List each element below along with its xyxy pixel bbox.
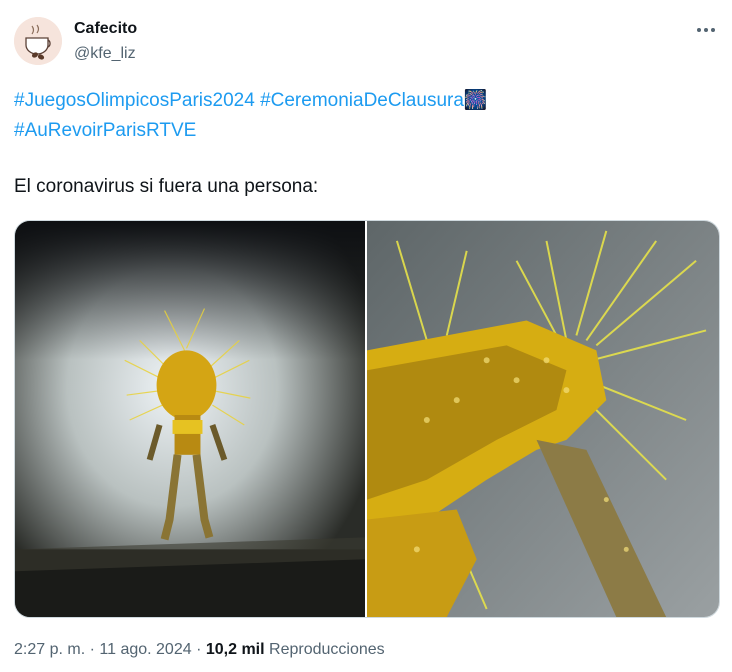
hashtag-link[interactable]: #CeremoniaDeClausura	[260, 90, 464, 111]
meta-separator: ·	[89, 641, 95, 658]
fireworks-emoji-icon: 🎆	[463, 90, 488, 111]
hashtags: #JuegosOlimpicosParis2024 #CeremoniaDeCl…	[14, 86, 488, 146]
meta-separator: ·	[196, 641, 202, 658]
more-options-icon[interactable]	[694, 18, 718, 42]
avatar[interactable]	[14, 17, 62, 65]
author-handle[interactable]: @kfe_liz	[74, 45, 136, 63]
tweet-date[interactable]: 11 ago. 2024	[99, 641, 191, 658]
hashtag-link[interactable]: #AuRevoirParisRTVE	[14, 120, 196, 141]
views-count[interactable]: 10,2 mil	[206, 641, 265, 658]
coffee-cup-icon	[14, 17, 62, 65]
tweet-meta: 2:27 p. m. · 11 ago. 2024 · 10,2 mil Rep…	[14, 641, 385, 659]
hashtag-link[interactable]: #JuegosOlimpicosParis2024	[14, 90, 255, 111]
photo-stage-performer[interactable]	[15, 221, 365, 617]
media-grid	[14, 220, 720, 618]
views-label: Reproducciones	[269, 641, 385, 658]
photo-costume-closeup[interactable]	[367, 221, 719, 617]
author-name[interactable]: Cafecito	[74, 20, 137, 38]
tweet-text: El coronavirus si fuera una persona:	[14, 176, 319, 197]
tweet-time[interactable]: 2:27 p. m.	[14, 641, 85, 658]
